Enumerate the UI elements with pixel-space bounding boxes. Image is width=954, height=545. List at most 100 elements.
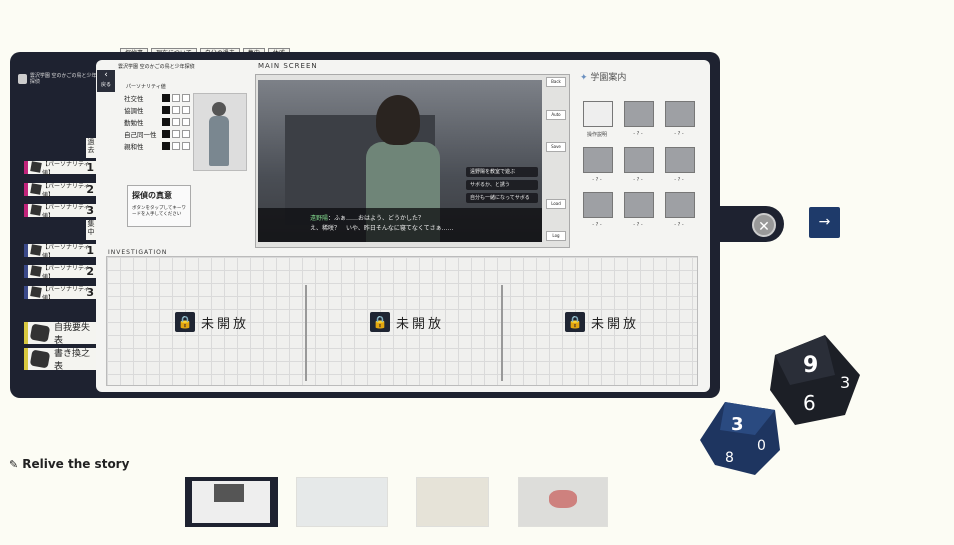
gallery-thumbnail[interactable] (518, 477, 608, 527)
speaker-name: 遠野陽 (310, 215, 329, 222)
keyword-card[interactable]: 探偵の真意 ボタンをタップしてキーワードを入手してください (127, 185, 191, 227)
side-tab[interactable]: 【パーソナリティ値】 2 (24, 265, 96, 281)
guide-slot[interactable] (665, 192, 695, 218)
guide-slot-label: - ? - (633, 131, 643, 137)
campus-guide-title: ✦ 学園案内 (580, 73, 627, 83)
locked-slot[interactable]: 🔒 未開放 (565, 312, 639, 332)
guide-slot[interactable] (665, 101, 695, 127)
guide-slot-label: - ? - (674, 177, 684, 183)
menu-button[interactable]: Auto (546, 110, 566, 120)
close-icon[interactable]: ✕ (752, 213, 776, 237)
gallery-thumbnail[interactable] (416, 477, 489, 527)
guide-slot[interactable] (665, 147, 695, 173)
dialog-line-2: え、稀咲？ いや、昨日そんなに寝てなくてさぁ…… (310, 225, 454, 232)
locked-label: 未開放 (201, 316, 250, 332)
locked-slot[interactable]: 🔒 未開放 (175, 312, 249, 332)
guide-slot[interactable] (583, 192, 613, 218)
die-face-number: 0 (757, 438, 766, 454)
side-tab[interactable]: 【パーソナリティ値】 1 (24, 161, 96, 177)
menu-button[interactable]: Load (546, 199, 566, 209)
profile-subheader: パーソナリティ値 (126, 84, 166, 90)
side-tab-number: 3 (86, 204, 94, 217)
guide-slot-label: - ? - (592, 222, 602, 228)
side-tab[interactable]: 【パーソナリティ値】 1 (24, 244, 96, 260)
gallery-thumbnail-active[interactable] (185, 477, 278, 527)
card-text: ボタンをタップしてキーワードを入手してください (132, 206, 186, 217)
guide-slot[interactable] (624, 192, 654, 218)
menu-button[interactable]: Back (546, 77, 566, 87)
menu-button[interactable]: Log (546, 231, 566, 241)
choice-option[interactable]: 遠野陽を教室で遊ぶ (466, 167, 538, 177)
side-tab-ego[interactable]: 自我要失表 (24, 322, 96, 346)
main-screen-title: MAIN SCREEN (258, 62, 318, 70)
gallery-thumbnail[interactable] (296, 477, 388, 527)
dialog-line-1: ：ふぁ……おはよう、どうかした？ (328, 215, 425, 222)
trait-label: 勤勉性 (124, 119, 144, 127)
choice-option[interactable]: 自分も一緒になってサボる (466, 193, 538, 203)
side-tab-number: 1 (86, 161, 94, 174)
guide-slot[interactable] (583, 101, 613, 127)
logo-icon (18, 74, 27, 84)
guide-slot-label: - ? - (633, 177, 643, 183)
lock-icon: 🔒 (370, 312, 390, 332)
card-title: 探偵の真意 (132, 191, 172, 200)
side-tab[interactable]: 【パーソナリティ値】 2 (24, 183, 96, 199)
guide-slot-label: - ? - (674, 222, 684, 228)
back-button[interactable]: ‹ 戻る (97, 70, 115, 92)
character-portrait (193, 93, 247, 171)
locked-label: 未開放 (396, 316, 445, 332)
die-face-number: 8 (725, 450, 734, 466)
choice-option[interactable]: サボるか、と誘う (466, 180, 538, 190)
die-face-number: 3 (731, 414, 744, 435)
guide-slot-label: - ? - (592, 177, 602, 183)
character-head (376, 95, 420, 145)
trait-label: 協調性 (124, 107, 144, 115)
vertical-label-focus: 集中 (86, 220, 96, 240)
die-face-number: 6 (803, 391, 816, 415)
guide-slot[interactable] (624, 101, 654, 127)
blue-die: 3 0 8 (700, 402, 780, 475)
relive-story-heading: ✎ Relive the story (9, 457, 129, 471)
trait-icon (30, 265, 42, 277)
next-button[interactable]: → (809, 207, 840, 238)
divider (501, 285, 503, 381)
side-tab[interactable]: 【パーソナリティ値】 3 (24, 286, 96, 302)
mask-icon (29, 323, 51, 343)
vertical-label-past: 過去 (86, 138, 96, 158)
logo-text: 雲沢学園 空のかごの鳥と少年探偵 (29, 73, 97, 85)
guide-slot-label: - ? - (674, 131, 684, 137)
profile-header: 雲沢学園 空のかごの鳥と少年探偵 (118, 64, 195, 70)
lock-icon: 🔒 (565, 312, 585, 332)
chevron-left-icon: ‹ (104, 70, 108, 80)
side-tab-number: 3 (86, 286, 94, 299)
mask-icon (29, 349, 51, 369)
guide-slot[interactable] (624, 147, 654, 173)
guide-slot[interactable] (583, 147, 613, 173)
side-tab-label: 自我要失表 (54, 323, 91, 346)
side-tab-number: 2 (86, 265, 94, 278)
dice-decoration: 9 6 3 3 0 8 (700, 335, 860, 475)
investigation-title: INVESTIGATION (108, 249, 168, 256)
side-tab[interactable]: 【パーソナリティ値】 3 (24, 204, 96, 220)
locked-label: 未開放 (591, 316, 640, 332)
lock-icon: 🔒 (175, 312, 195, 332)
trait-label: 自己同一性 (124, 131, 157, 139)
locked-slot[interactable]: 🔒 未開放 (370, 312, 444, 332)
side-logo: 雲沢学園 空のかごの鳥と少年探偵 (18, 72, 98, 86)
relive-label: Relive the story (22, 457, 130, 471)
side-tab-rewrite[interactable]: 書き換之表 (24, 348, 96, 372)
trait-label: 親和性 (124, 143, 144, 151)
trait-icon (30, 286, 42, 298)
trait-icon (30, 183, 42, 195)
pencil-icon: ✎ (9, 457, 19, 471)
die-face-number: 9 (803, 353, 818, 378)
guide-slot-label: - ? - (633, 222, 643, 228)
side-tab-number: 1 (86, 244, 94, 257)
die-face-number: 3 (840, 373, 850, 392)
divider (305, 285, 307, 381)
dialog-box[interactable]: 遠野陽：ふぁ……おはよう、どうかした？ え、稀咲？ いや、昨日そんなに寝てなくて… (258, 208, 542, 242)
black-die: 9 6 3 (770, 335, 860, 425)
menu-button[interactable]: Save (546, 142, 566, 152)
trait-icon (30, 161, 42, 173)
arrow-right-icon: → (818, 214, 831, 230)
